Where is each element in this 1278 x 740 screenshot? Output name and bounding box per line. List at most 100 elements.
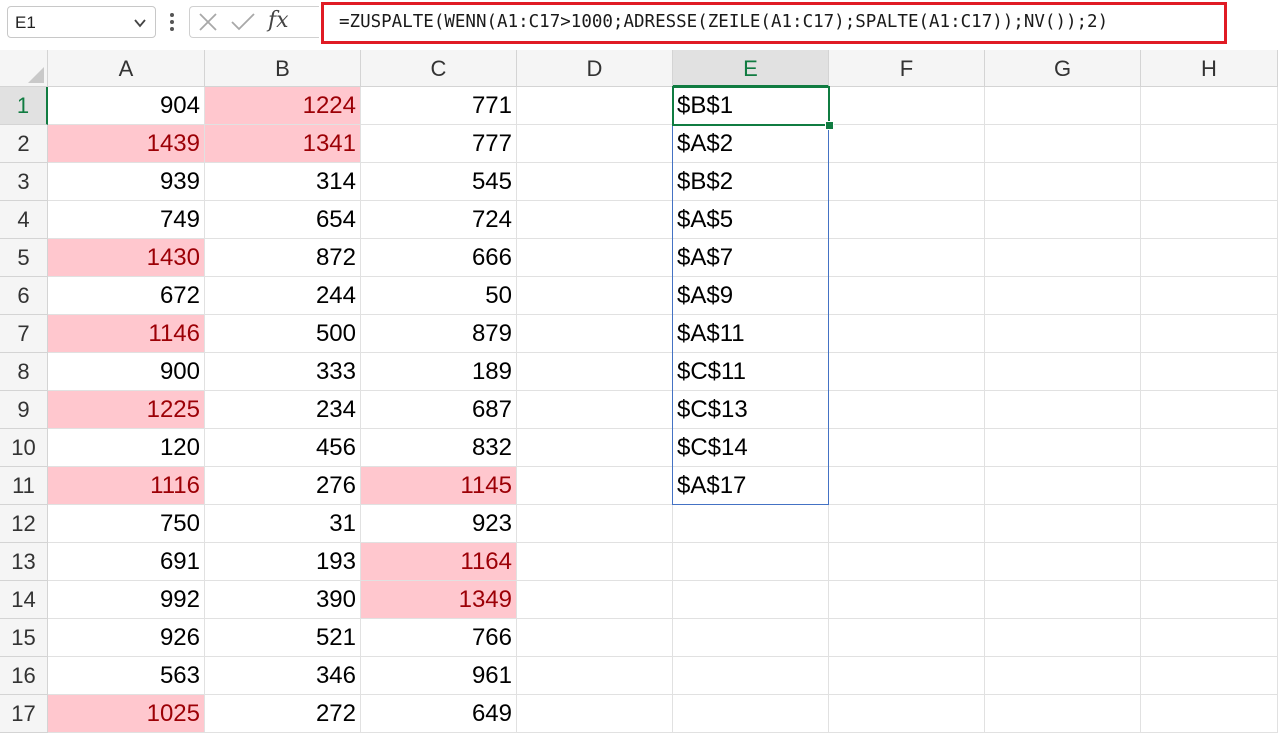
cell-h17[interactable] bbox=[1141, 695, 1278, 733]
cell-h11[interactable] bbox=[1141, 467, 1278, 505]
cell-f4[interactable] bbox=[829, 201, 985, 239]
cell-c3[interactable]: 545 bbox=[361, 163, 517, 201]
row-header-16[interactable]: 16 bbox=[0, 657, 48, 695]
cell-b7[interactable]: 500 bbox=[205, 315, 361, 353]
spreadsheet-grid[interactable]: A B C D E F G H 1 904 1224 771 $B$1 2 1439 1341 777 $A$2 3… bbox=[0, 50, 1278, 740]
row-header-15[interactable]: 15 bbox=[0, 619, 48, 657]
cell-b9[interactable]: 234 bbox=[205, 391, 361, 429]
cell-b8[interactable]: 333 bbox=[205, 353, 361, 391]
cell-d1[interactable] bbox=[517, 87, 673, 125]
cancel-icon[interactable] bbox=[198, 12, 218, 32]
cell-d3[interactable] bbox=[517, 163, 673, 201]
cell-c16[interactable]: 961 bbox=[361, 657, 517, 695]
column-header-b[interactable]: B bbox=[205, 50, 361, 87]
cell-g17[interactable] bbox=[985, 695, 1141, 733]
cell-d12[interactable] bbox=[517, 505, 673, 543]
cell-f9[interactable] bbox=[829, 391, 985, 429]
cell-f6[interactable] bbox=[829, 277, 985, 315]
column-header-f[interactable]: F bbox=[829, 50, 985, 87]
cell-d13[interactable] bbox=[517, 543, 673, 581]
cell-g14[interactable] bbox=[985, 581, 1141, 619]
cell-b1[interactable]: 1224 bbox=[205, 87, 361, 125]
cell-h10[interactable] bbox=[1141, 429, 1278, 467]
cell-h16[interactable] bbox=[1141, 657, 1278, 695]
cell-e16[interactable] bbox=[673, 657, 829, 695]
cell-c9[interactable]: 687 bbox=[361, 391, 517, 429]
row-header-7[interactable]: 7 bbox=[0, 315, 48, 353]
cell-c8[interactable]: 189 bbox=[361, 353, 517, 391]
name-box[interactable]: E1 bbox=[7, 6, 156, 38]
cell-h3[interactable] bbox=[1141, 163, 1278, 201]
row-header-8[interactable]: 8 bbox=[0, 353, 48, 391]
cell-f10[interactable] bbox=[829, 429, 985, 467]
cell-f14[interactable] bbox=[829, 581, 985, 619]
cell-a9[interactable]: 1225 bbox=[48, 391, 205, 429]
cell-f16[interactable] bbox=[829, 657, 985, 695]
cell-g16[interactable] bbox=[985, 657, 1141, 695]
cell-g3[interactable] bbox=[985, 163, 1141, 201]
cell-f2[interactable] bbox=[829, 125, 985, 163]
cell-g12[interactable] bbox=[985, 505, 1141, 543]
cell-f3[interactable] bbox=[829, 163, 985, 201]
cell-g4[interactable] bbox=[985, 201, 1141, 239]
row-header-1[interactable]: 1 bbox=[0, 87, 48, 125]
cell-h13[interactable] bbox=[1141, 543, 1278, 581]
cell-a5[interactable]: 1430 bbox=[48, 239, 205, 277]
cell-b14[interactable]: 390 bbox=[205, 581, 361, 619]
cell-e3[interactable]: $B$2 bbox=[673, 163, 829, 201]
cell-a1[interactable]: 904 bbox=[48, 87, 205, 125]
cell-e17[interactable] bbox=[673, 695, 829, 733]
cell-h6[interactable] bbox=[1141, 277, 1278, 315]
cell-d4[interactable] bbox=[517, 201, 673, 239]
cell-b17[interactable]: 272 bbox=[205, 695, 361, 733]
cell-h9[interactable] bbox=[1141, 391, 1278, 429]
cell-b3[interactable]: 314 bbox=[205, 163, 361, 201]
cell-e10[interactable]: $C$14 bbox=[673, 429, 829, 467]
column-header-g[interactable]: G bbox=[985, 50, 1141, 87]
cell-g9[interactable] bbox=[985, 391, 1141, 429]
cell-a2[interactable]: 1439 bbox=[48, 125, 205, 163]
cell-g8[interactable] bbox=[985, 353, 1141, 391]
cell-b6[interactable]: 244 bbox=[205, 277, 361, 315]
row-header-11[interactable]: 11 bbox=[0, 467, 48, 505]
column-header-a[interactable]: A bbox=[48, 50, 205, 87]
cell-b12[interactable]: 31 bbox=[205, 505, 361, 543]
row-header-14[interactable]: 14 bbox=[0, 581, 48, 619]
cell-g10[interactable] bbox=[985, 429, 1141, 467]
cell-g7[interactable] bbox=[985, 315, 1141, 353]
cell-g6[interactable] bbox=[985, 277, 1141, 315]
cell-d8[interactable] bbox=[517, 353, 673, 391]
cell-e7[interactable]: $A$11 bbox=[673, 315, 829, 353]
cell-e2[interactable]: $A$2 bbox=[673, 125, 829, 163]
cell-d9[interactable] bbox=[517, 391, 673, 429]
cell-b10[interactable]: 456 bbox=[205, 429, 361, 467]
row-header-12[interactable]: 12 bbox=[0, 505, 48, 543]
cell-f8[interactable] bbox=[829, 353, 985, 391]
cell-d16[interactable] bbox=[517, 657, 673, 695]
cell-a3[interactable]: 939 bbox=[48, 163, 205, 201]
cell-c17[interactable]: 649 bbox=[361, 695, 517, 733]
cell-a6[interactable]: 672 bbox=[48, 277, 205, 315]
cell-b2[interactable]: 1341 bbox=[205, 125, 361, 163]
cell-c11[interactable]: 1145 bbox=[361, 467, 517, 505]
cell-a13[interactable]: 691 bbox=[48, 543, 205, 581]
cell-g2[interactable] bbox=[985, 125, 1141, 163]
cell-f15[interactable] bbox=[829, 619, 985, 657]
cell-a12[interactable]: 750 bbox=[48, 505, 205, 543]
row-header-13[interactable]: 13 bbox=[0, 543, 48, 581]
cell-e13[interactable] bbox=[673, 543, 829, 581]
cell-d10[interactable] bbox=[517, 429, 673, 467]
cell-e12[interactable] bbox=[673, 505, 829, 543]
select-all-button[interactable] bbox=[0, 50, 48, 87]
cell-c15[interactable]: 766 bbox=[361, 619, 517, 657]
cell-b15[interactable]: 521 bbox=[205, 619, 361, 657]
cell-a11[interactable]: 1116 bbox=[48, 467, 205, 505]
cell-c10[interactable]: 832 bbox=[361, 429, 517, 467]
cell-f11[interactable] bbox=[829, 467, 985, 505]
cell-c1[interactable]: 771 bbox=[361, 87, 517, 125]
column-header-c[interactable]: C bbox=[361, 50, 517, 87]
cell-b5[interactable]: 872 bbox=[205, 239, 361, 277]
cell-c5[interactable]: 666 bbox=[361, 239, 517, 277]
cell-e8[interactable]: $C$11 bbox=[673, 353, 829, 391]
cell-a10[interactable]: 120 bbox=[48, 429, 205, 467]
